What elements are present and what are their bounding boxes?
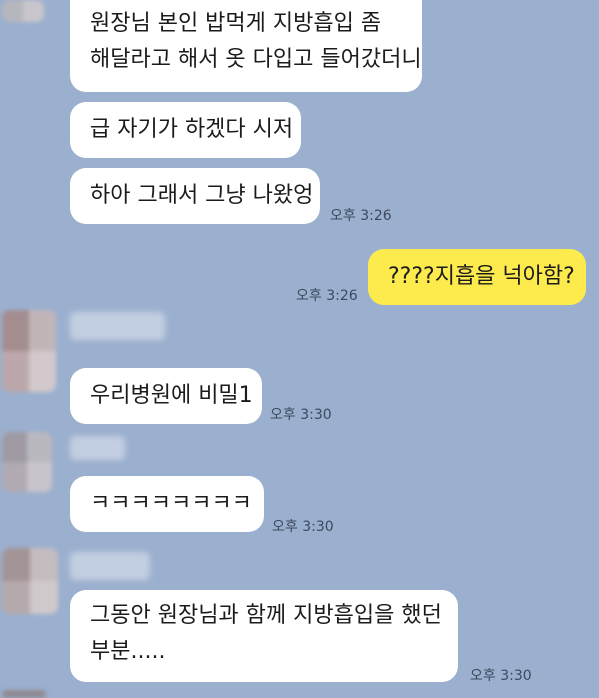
message-text: 우리병원에 비밀1 xyxy=(90,383,253,408)
sender-name xyxy=(70,436,125,460)
avatar[interactable] xyxy=(2,432,52,492)
sender-name xyxy=(70,312,165,340)
chat-bubble-incoming[interactable]: 급 자기가 하겠다 시저 xyxy=(70,102,301,158)
message-line: 그동안 원장님과 함께 지방흡입을 했던 xyxy=(90,603,442,628)
message-time: 오후 3:26 xyxy=(296,288,358,304)
avatar[interactable] xyxy=(2,548,58,614)
message-time: 오후 3:26 xyxy=(330,208,392,224)
message-line: 해달라고 해서 옷 다입고 들어갔더니 xyxy=(90,47,422,72)
message-line: 부분..... xyxy=(90,639,166,664)
chat-bubble-incoming[interactable]: 그동안 원장님과 함께 지방흡입을 했던 부분..... xyxy=(70,590,458,682)
chat-bubble-outgoing[interactable]: ????지흡을 넉아함? xyxy=(368,249,586,305)
message-text: 하아 그래서 그냥 나왔엉 xyxy=(90,183,314,208)
avatar[interactable] xyxy=(2,0,44,22)
message-time: 오후 3:30 xyxy=(270,407,332,423)
message-text: 급 자기가 하겠다 시저 xyxy=(90,117,294,142)
avatar[interactable] xyxy=(2,310,56,392)
message-line: 원장님 본인 밥먹게 지방흡입 좀 xyxy=(90,11,382,36)
chat-bubble-incoming[interactable]: 하아 그래서 그냥 나왔엉 xyxy=(70,168,320,224)
message-text: ????지흡을 넉아함? xyxy=(388,264,575,289)
chat-bubble-incoming[interactable]: 우리병원에 비밀1 xyxy=(70,368,262,424)
avatar[interactable] xyxy=(2,690,46,698)
message-time: 오후 3:30 xyxy=(272,519,334,535)
chat-bubble-incoming[interactable]: ㅋㅋㅋㅋㅋㅋㅋㅋ xyxy=(70,476,264,532)
sender-name xyxy=(70,552,150,580)
message-time: 오후 3:30 xyxy=(470,668,532,684)
message-text: ㅋㅋㅋㅋㅋㅋㅋㅋ xyxy=(90,491,252,516)
chat-bubble-incoming[interactable]: 원장님 본인 밥먹게 지방흡입 좀 해달라고 해서 옷 다입고 들어갔더니 xyxy=(70,0,422,92)
